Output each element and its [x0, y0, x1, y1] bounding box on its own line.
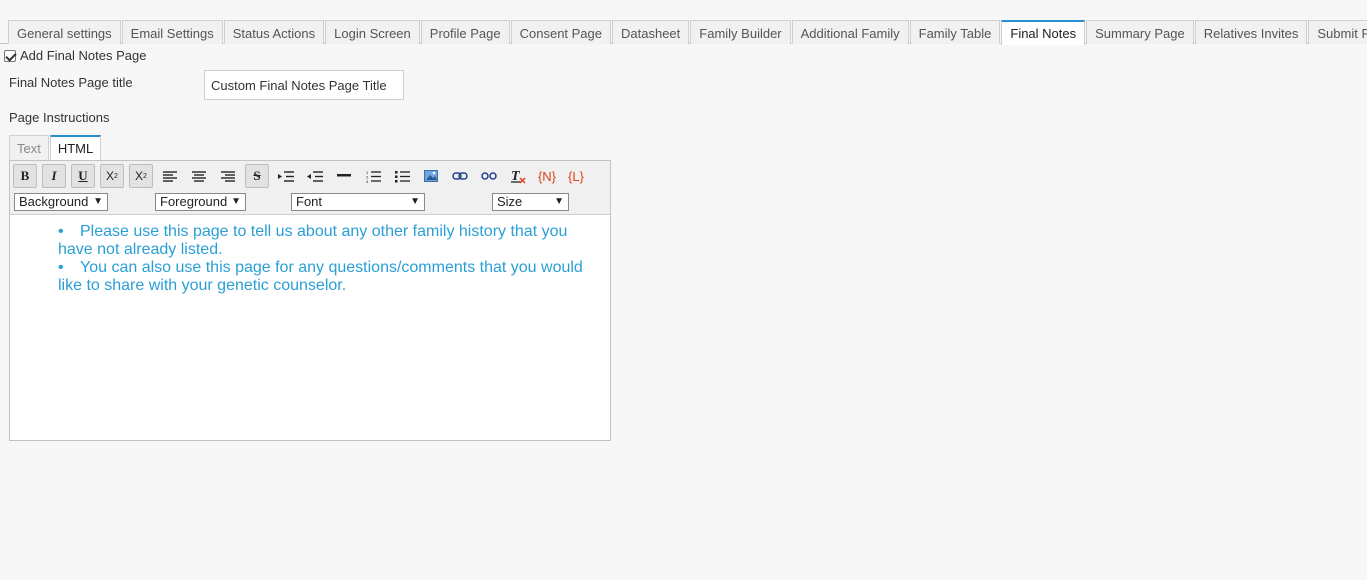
- tab-email-settings[interactable]: Email Settings: [121, 20, 223, 44]
- font-select-label: Font: [296, 194, 323, 209]
- outdent-icon[interactable]: [303, 164, 327, 188]
- superscript-button[interactable]: X2: [129, 164, 153, 188]
- title-label: Final Notes Page title: [9, 75, 133, 90]
- font-size-select[interactable]: Size ▼: [492, 193, 569, 211]
- chevron-down-icon: ▼: [93, 196, 103, 207]
- chevron-down-icon: ▼: [410, 196, 420, 207]
- tab-datasheet[interactable]: Datasheet: [612, 20, 690, 44]
- unordered-list-icon[interactable]: [390, 164, 414, 188]
- underline-button[interactable]: U: [71, 164, 95, 188]
- background-select-label: Background: [19, 194, 89, 209]
- list-item: You can also use this page for any quest…: [58, 259, 594, 295]
- tab-additional-family[interactable]: Additional Family: [791, 20, 909, 44]
- settings-tab-bar: General settings Email Settings Status A…: [0, 20, 1367, 45]
- settings-tabs: General settings Email Settings Status A…: [8, 20, 1367, 45]
- strikethrough-button[interactable]: S: [245, 164, 269, 188]
- add-final-notes-label: Add Final Notes Page: [20, 48, 147, 63]
- tab-summary-page[interactable]: Summary Page: [1086, 20, 1194, 44]
- superscript-x: X: [135, 169, 144, 183]
- editor-toolbar: B I U X2 X2 S 1 2 3 T {N} {L} Background…: [10, 161, 610, 215]
- subscript-button[interactable]: X2: [100, 164, 124, 188]
- tab-text[interactable]: Text: [9, 135, 49, 160]
- insert-image-icon[interactable]: [419, 164, 443, 188]
- list-item: Please use this page to tell us about an…: [58, 223, 594, 259]
- align-left-icon[interactable]: [158, 164, 182, 188]
- instructions-list: Please use this page to tell us about an…: [58, 223, 594, 295]
- indent-icon[interactable]: [274, 164, 298, 188]
- italic-button[interactable]: I: [42, 164, 66, 188]
- superscript-mark: 2: [143, 172, 147, 180]
- page-title-input[interactable]: [204, 70, 404, 100]
- chevron-down-icon: ▼: [231, 196, 241, 207]
- tab-general-settings[interactable]: General settings: [8, 20, 121, 44]
- subscript-mark: 2: [114, 172, 118, 180]
- tab-consent-page[interactable]: Consent Page: [510, 20, 612, 44]
- tab-status-actions[interactable]: Status Actions: [223, 20, 325, 44]
- foreground-select-label: Foreground: [160, 194, 228, 209]
- chevron-down-icon: ▼: [554, 196, 564, 207]
- tab-profile-page[interactable]: Profile Page: [420, 20, 510, 44]
- align-right-icon[interactable]: [216, 164, 240, 188]
- insert-link-icon[interactable]: [448, 164, 472, 188]
- add-final-notes-checkbox[interactable]: [4, 49, 16, 62]
- svg-text:3: 3: [366, 179, 369, 183]
- font-family-select[interactable]: Font ▼: [291, 193, 425, 211]
- tab-submit-page[interactable]: Submit Page: [1308, 20, 1367, 44]
- tab-login-screen[interactable]: Login Screen: [325, 20, 420, 44]
- rich-text-editor: B I U X2 X2 S 1 2 3 T {N} {L} Background…: [9, 160, 611, 441]
- ordered-list-icon[interactable]: 123: [361, 164, 385, 188]
- bold-button[interactable]: B: [13, 164, 37, 188]
- tab-final-notes[interactable]: Final Notes: [1001, 20, 1086, 45]
- remove-link-icon[interactable]: [477, 164, 501, 188]
- align-center-icon[interactable]: [187, 164, 211, 188]
- add-final-notes-row: Add Final Notes Page: [4, 48, 146, 63]
- insert-name-token-button[interactable]: {N}: [535, 164, 559, 188]
- editor-mode-tabs: Text HTML: [9, 135, 102, 161]
- subscript-x: X: [106, 169, 115, 183]
- foreground-color-select[interactable]: Foreground ▼: [155, 193, 246, 211]
- horizontal-rule-icon[interactable]: [332, 164, 356, 188]
- insert-link-token-button[interactable]: {L}: [564, 164, 588, 188]
- tab-family-table[interactable]: Family Table: [909, 20, 1001, 44]
- clear-format-icon[interactable]: T: [506, 164, 530, 188]
- instructions-label: Page Instructions: [9, 110, 110, 125]
- tab-html[interactable]: HTML: [49, 135, 102, 161]
- editor-content[interactable]: Please use this page to tell us about an…: [10, 215, 610, 295]
- tab-family-builder[interactable]: Family Builder: [690, 20, 791, 44]
- background-color-select[interactable]: Background ▼: [14, 193, 108, 211]
- size-select-label: Size: [497, 194, 523, 209]
- tab-relatives-invites[interactable]: Relatives Invites: [1194, 20, 1308, 44]
